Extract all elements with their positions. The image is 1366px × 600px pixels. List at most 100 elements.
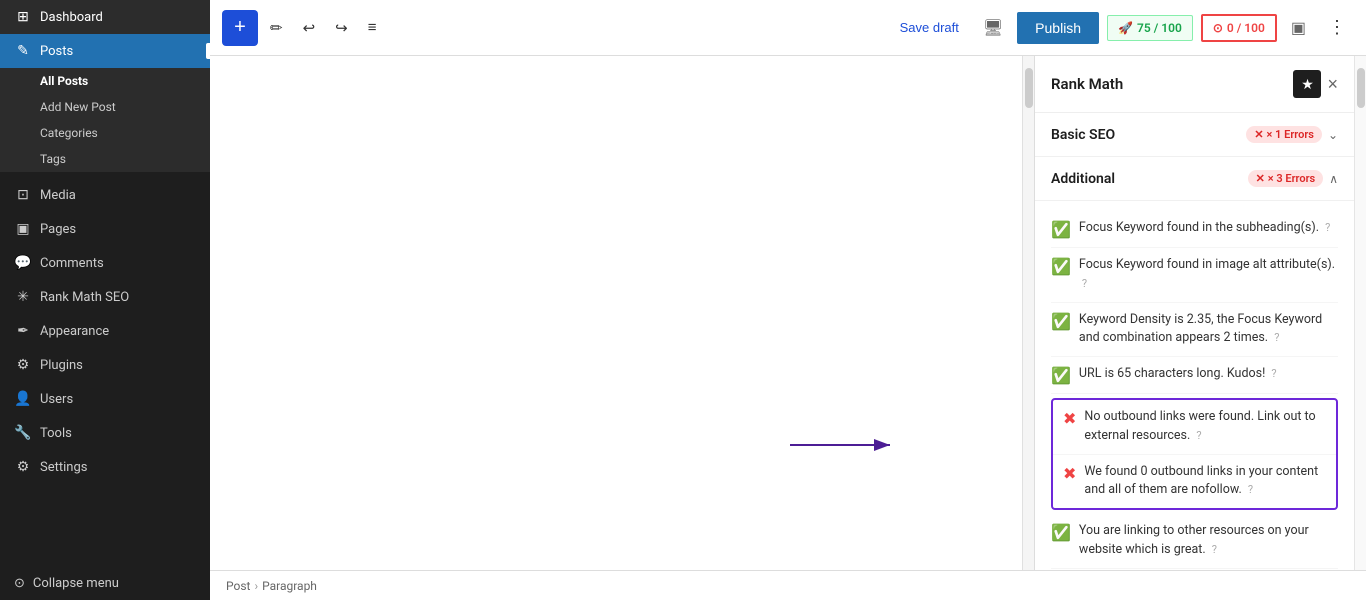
additional-error-badge: ✕ × 3 Errors [1248, 170, 1324, 187]
additional-label: Additional [1051, 171, 1115, 187]
error-x-icon: ✕ [1254, 128, 1263, 141]
breadcrumb-post[interactable]: Post [226, 579, 250, 593]
toolbar: + ✏ ↩ ↪ ≡ Save draft 🖥 Publish 🚀 75 / 10… [210, 0, 1366, 56]
more-options-button[interactable]: ⋮ [1320, 13, 1354, 42]
submenu-categories[interactable]: Categories [0, 120, 210, 146]
check-icon-3: ✅ [1051, 366, 1071, 385]
additional-chevron: ∧ [1329, 172, 1338, 186]
collapse-menu[interactable]: ⊙ Collapse menu [0, 567, 210, 600]
panel-scrollbar-thumb [1357, 68, 1365, 108]
panel-scrollbar[interactable] [1354, 56, 1366, 570]
submenu-add-new-post[interactable]: Add New Post [0, 94, 210, 120]
scrollbar-thumb [1025, 68, 1033, 108]
star-button[interactable]: ★ [1293, 70, 1321, 98]
check-text-5: We found 0 outbound links in your conten… [1084, 463, 1326, 501]
check-icon-5: ✖ [1063, 464, 1076, 483]
checklist-item-2: ✅ Keyword Density is 2.35, the Focus Key… [1051, 303, 1338, 358]
sidebar-item-tools[interactable]: 🔧 Tools [0, 416, 210, 450]
edit-tool-button[interactable]: ✏ [262, 13, 291, 43]
help-icon-2[interactable]: ? [1274, 331, 1279, 344]
help-icon-6[interactable]: ? [1212, 543, 1217, 556]
arrow-indicator [790, 431, 900, 463]
help-icon-0[interactable]: ? [1325, 221, 1330, 234]
sidebar-item-pages[interactable]: ▣ Pages [0, 212, 210, 246]
dashboard-icon: ⊞ [14, 9, 32, 25]
publish-button[interactable]: Publish [1017, 12, 1099, 44]
media-icon: ⊡ [14, 187, 32, 203]
basic-seo-error-badge: ✕ × 1 Errors [1246, 126, 1322, 143]
sidebar-item-rankmath[interactable]: ✳ Rank Math SEO [0, 280, 210, 314]
preview-button[interactable]: 🖥 [977, 12, 1009, 44]
panel-header: Rank Math ★ × [1035, 56, 1354, 113]
seo-score-red[interactable]: ⊙ 0 / 100 [1201, 14, 1277, 42]
sidebar-item-plugins[interactable]: ⚙ Plugins [0, 348, 210, 382]
check-icon-2: ✅ [1051, 312, 1071, 331]
check-text-3: URL is 65 characters long. Kudos! ? [1079, 365, 1277, 384]
help-icon-3[interactable]: ? [1271, 367, 1276, 380]
sidebar: ⊞ Dashboard ✎ Posts All Posts Add New Po… [0, 0, 210, 600]
sidebar-item-appearance[interactable]: ✒ Appearance [0, 314, 210, 348]
sidebar-item-comments[interactable]: 💬 Comments [0, 246, 210, 280]
help-icon-4[interactable]: ? [1196, 429, 1201, 442]
additional-x-icon: ✕ [1256, 172, 1265, 185]
check-icon-0: ✅ [1051, 220, 1071, 239]
checklist-item-6: ✅ You are linking to other resources on … [1051, 514, 1338, 569]
check-text-1: Focus Keyword found in image alt attribu… [1079, 256, 1338, 294]
save-draft-button[interactable]: Save draft [890, 14, 969, 41]
panel-header-actions: ★ × [1293, 70, 1338, 98]
basic-seo-right: ✕ × 1 Errors ⌄ [1246, 126, 1338, 143]
sidebar-item-users[interactable]: 👤 Users [0, 382, 210, 416]
seo-score-circle-icon: ⊙ [1213, 21, 1223, 35]
breadcrumb-separator: › [254, 579, 258, 593]
comments-icon: 💬 [14, 255, 32, 271]
check-icon-4: ✖ [1063, 409, 1076, 428]
check-text-2: Keyword Density is 2.35, the Focus Keywo… [1079, 311, 1338, 349]
rank-math-panel: Rank Math ★ × Basic SEO ✕ × 1 Errors ⌄ [1034, 56, 1354, 570]
users-icon: 👤 [14, 391, 32, 407]
check-text-6: You are linking to other resources on yo… [1079, 522, 1338, 560]
posts-submenu: All Posts Add New Post Categories Tags [0, 68, 210, 172]
seo-score-arrow-icon: 🚀 [1118, 21, 1133, 35]
settings-icon: ⚙ [14, 459, 32, 475]
undo-button[interactable]: ↩ [295, 13, 324, 43]
plugins-icon: ⚙ [14, 357, 32, 373]
main-area: + ✏ ↩ ↪ ≡ Save draft 🖥 Publish 🚀 75 / 10… [210, 0, 1366, 600]
submenu-all-posts[interactable]: All Posts [0, 68, 210, 94]
redo-button[interactable]: ↪ [327, 13, 356, 43]
check-text-4: No outbound links were found. Link out t… [1084, 408, 1326, 446]
sidebar-item-media[interactable]: ⊡ Media [0, 178, 210, 212]
submenu-tags[interactable]: Tags [0, 146, 210, 172]
bottom-bar: Post › Paragraph [210, 570, 1366, 600]
editor-scrollbar[interactable] [1022, 56, 1034, 570]
additional-section[interactable]: Additional ✕ × 3 Errors ∧ [1035, 157, 1354, 201]
checklist-item-0: ✅ Focus Keyword found in the subheading(… [1051, 211, 1338, 248]
sidebar-item-settings[interactable]: ⚙ Settings [0, 450, 210, 484]
seo-score-green[interactable]: 🚀 75 / 100 [1107, 15, 1193, 41]
basic-seo-section[interactable]: Basic SEO ✕ × 1 Errors ⌄ [1035, 113, 1354, 157]
check-icon-1: ✅ [1051, 257, 1071, 276]
sidebar-item-dashboard[interactable]: ⊞ Dashboard [0, 0, 210, 34]
pages-icon: ▣ [14, 221, 32, 237]
editor-area: Rank Math ★ × Basic SEO ✕ × 1 Errors ⌄ [210, 56, 1366, 570]
checklist-item-3: ✅ URL is 65 characters long. Kudos! ? [1051, 357, 1338, 394]
help-icon-5[interactable]: ? [1248, 483, 1253, 496]
checklist-item-1: ✅ Focus Keyword found in image alt attri… [1051, 248, 1338, 303]
check-text-0: Focus Keyword found in the subheading(s)… [1079, 219, 1330, 238]
breadcrumb-paragraph: Paragraph [262, 579, 317, 593]
basic-seo-label: Basic SEO [1051, 127, 1115, 143]
editor-content[interactable] [210, 56, 1022, 570]
close-panel-button[interactable]: × [1327, 74, 1338, 95]
panel-title: Rank Math [1051, 75, 1123, 93]
checklist: ✅ Focus Keyword found in the subheading(… [1035, 201, 1354, 570]
additional-right: ✕ × 3 Errors ∧ [1248, 170, 1338, 187]
toolbar-left: + ✏ ↩ ↪ ≡ [222, 10, 385, 46]
basic-seo-chevron: ⌄ [1328, 128, 1338, 142]
highlight-box: ✖ No outbound links were found. Link out… [1051, 398, 1338, 510]
list-view-button[interactable]: ≡ [360, 13, 385, 42]
posts-icon: ✎ [14, 43, 32, 59]
sidebar-toggle-button[interactable]: ▣ [1285, 12, 1312, 44]
sidebar-item-posts[interactable]: ✎ Posts [0, 34, 210, 68]
help-icon-1[interactable]: ? [1082, 277, 1087, 290]
add-block-button[interactable]: + [222, 10, 258, 46]
panel-scroll-area: Basic SEO ✕ × 1 Errors ⌄ Additional [1035, 113, 1354, 570]
